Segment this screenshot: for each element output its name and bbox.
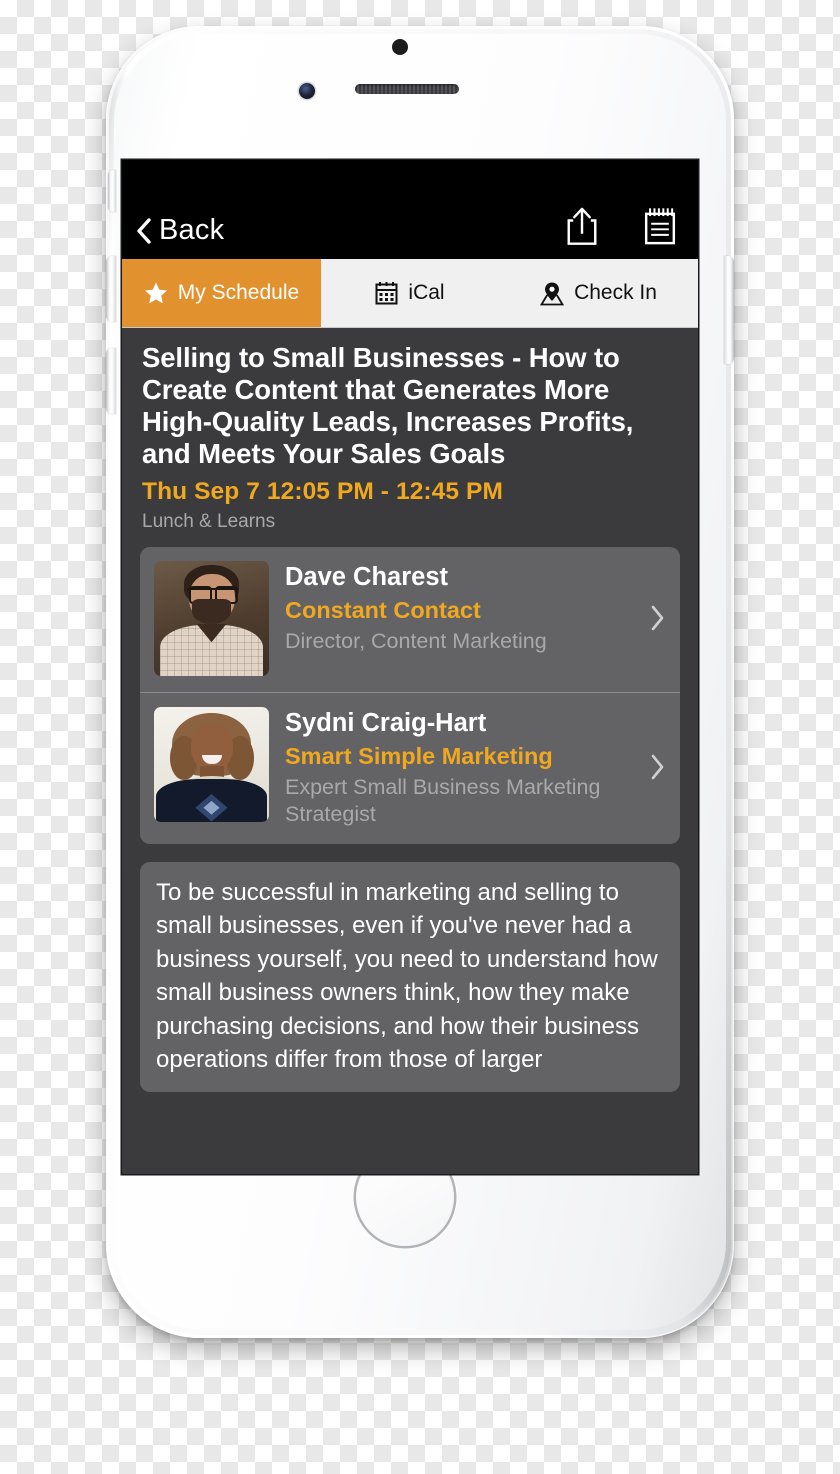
event-datetime: Thu Sep 7 12:05 PM - 12:45 PM	[142, 477, 503, 505]
speaker-organization: Smart Simple Marketing	[285, 743, 553, 770]
event-track: Lunch & Learns	[142, 510, 276, 532]
back-button-label: Back	[159, 214, 225, 246]
speaker-role: Director, Content Marketing	[285, 629, 547, 654]
front-camera-icon	[299, 83, 315, 99]
speaker-name: Sydni Craig-Hart	[285, 708, 487, 737]
tab-ical-label: iCal	[408, 281, 445, 304]
speaker-info: Sydni Craig-Hart Smart Simple Marketing …	[285, 707, 642, 829]
tab-check-in[interactable]: Check In	[499, 259, 698, 327]
share-icon[interactable]	[562, 205, 602, 247]
tab-bar: My Schedule iCal Check In	[122, 259, 698, 328]
speaker-row[interactable]: Sydni Craig-Hart Smart Simple Marketing …	[140, 691, 680, 845]
star-icon	[144, 282, 167, 304]
speaker-role: Expert Small Business Marketing Strategi…	[285, 775, 601, 827]
volume-up-button[interactable]	[106, 256, 116, 322]
chevron-left-icon	[137, 217, 151, 244]
speaker-info: Dave Charest Constant Contact Director, …	[285, 561, 642, 656]
speaker-name: Dave Charest	[285, 562, 448, 591]
tab-my-schedule-label: My Schedule	[177, 281, 300, 304]
proximity-sensor	[392, 39, 408, 55]
back-button[interactable]: Back	[136, 216, 224, 247]
event-title: Selling to Small Businesses - How to Cre…	[142, 342, 634, 469]
chevron-right-icon	[651, 755, 664, 780]
phone-device-mockup: Back My Schedule iCal Check In Selling t…	[93, 8, 747, 1346]
map-pin-icon	[540, 282, 565, 305]
phone-screen: Back My Schedule iCal Check In Selling t…	[122, 160, 698, 1174]
chevron-right-icon	[651, 605, 664, 631]
speaker-row[interactable]: Dave Charest Constant Contact Director, …	[140, 547, 680, 692]
silent-switch-button[interactable]	[108, 170, 116, 212]
volume-down-button[interactable]	[106, 348, 116, 414]
speaker-photo-dave-charest	[154, 560, 269, 676]
navigation-bar: Back	[122, 160, 698, 259]
tab-my-schedule[interactable]: My Schedule	[122, 259, 321, 327]
power-button[interactable]	[724, 256, 734, 364]
speaker-photo-sydni-craig-hart	[154, 706, 269, 822]
calendar-icon	[375, 282, 398, 305]
tab-check-in-label: Check In	[574, 281, 657, 304]
speakers-card: Dave Charest Constant Contact Director, …	[140, 546, 680, 845]
speaker-organization: Constant Contact	[285, 597, 481, 624]
earpiece-speaker-icon	[355, 84, 459, 94]
tab-ical[interactable]: iCal	[321, 259, 499, 327]
event-description: To be successful in marketing and sellin…	[140, 862, 680, 1093]
event-detail-content: Selling to Small Businesses - How to Cre…	[122, 328, 698, 1174]
event-header: Selling to Small Businesses - How to Cre…	[122, 328, 698, 539]
notepad-icon[interactable]	[640, 205, 680, 247]
